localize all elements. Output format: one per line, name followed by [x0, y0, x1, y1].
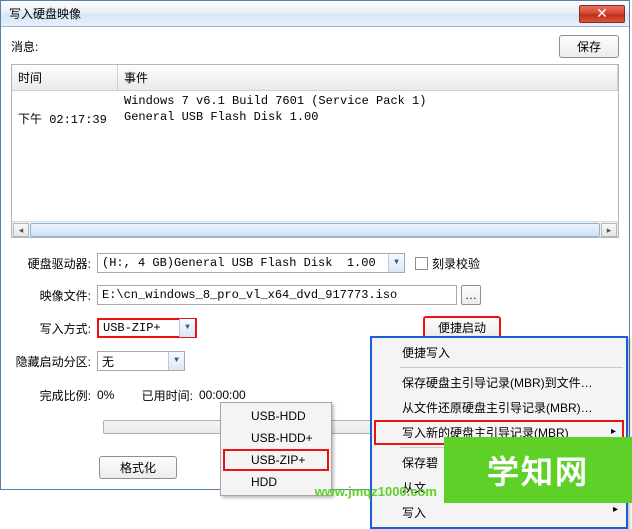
close-button[interactable]: ✕ — [579, 5, 625, 23]
cell-time — [12, 93, 118, 109]
drive-label: 硬盘驱动器: — [11, 255, 97, 272]
elapsed-label: 已用时间: — [139, 387, 199, 404]
scroll-right-arrow-icon[interactable]: ▸ — [601, 223, 617, 237]
cell-event: General USB Flash Disk 1.00 — [118, 109, 618, 128]
format-button[interactable]: 格式化 — [99, 456, 177, 479]
col-time[interactable]: 时间 — [12, 65, 118, 90]
write-mode-value[interactable] — [99, 319, 179, 337]
browse-button[interactable]: … — [461, 285, 481, 305]
col-event[interactable]: 事件 — [118, 65, 618, 90]
watermark-text: 学知网 — [487, 447, 589, 493]
image-file-input[interactable] — [97, 285, 457, 305]
table-body: Windows 7 v6.1 Build 7601 (Service Pack … — [12, 91, 618, 221]
menu-item-usb-hdd[interactable]: USB-HDD — [223, 405, 329, 427]
scroll-thumb[interactable] — [30, 223, 600, 237]
hidden-partition-value[interactable] — [98, 352, 168, 370]
chevron-down-icon[interactable]: ▼ — [388, 254, 404, 272]
write-mode-label: 写入方式: — [11, 320, 97, 337]
hidden-partition-combo[interactable]: ▼ — [97, 351, 185, 371]
messages-label: 消息: — [11, 38, 38, 55]
menu-item-write-partial[interactable]: 写入 — [374, 500, 624, 525]
menu-separator — [400, 367, 623, 368]
menu-item-usb-zip-plus[interactable]: USB-ZIP+ — [223, 449, 329, 471]
drive-value[interactable] — [98, 254, 388, 272]
watermark: 学知网 — [444, 437, 632, 503]
save-button[interactable]: 保存 — [559, 35, 619, 58]
drive-combo[interactable]: ▼ — [97, 253, 405, 273]
message-table: 时间 事件 Windows 7 v6.1 Build 7601 (Service… — [11, 64, 619, 238]
cell-time: 下午 02:17:39 — [12, 109, 118, 128]
titlebar: 写入硬盘映像 ✕ — [1, 1, 629, 27]
write-mode-menu[interactable]: USB-HDD USB-HDD+ USB-ZIP+ HDD — [220, 402, 332, 496]
table-row: Windows 7 v6.1 Build 7601 (Service Pack … — [12, 93, 618, 109]
horizontal-scrollbar[interactable]: ◂ ▸ — [12, 221, 618, 237]
table-header: 时间 事件 — [12, 65, 618, 91]
burn-verify-checkbox[interactable] — [415, 257, 428, 270]
progress-label: 完成比例: — [11, 387, 97, 404]
table-row: 下午 02:17:39 General USB Flash Disk 1.00 — [12, 109, 618, 128]
menu-item-hdd[interactable]: HDD — [223, 471, 329, 493]
chevron-down-icon[interactable]: ▼ — [179, 319, 195, 337]
cell-event: Windows 7 v6.1 Build 7601 (Service Pack … — [118, 93, 618, 109]
progress-value: 0% — [97, 388, 139, 402]
hidden-partition-label: 隐藏启动分区: — [11, 353, 97, 370]
burn-verify-label: 刻录校验 — [432, 255, 480, 272]
chevron-down-icon[interactable]: ▼ — [168, 352, 184, 370]
scroll-left-arrow-icon[interactable]: ◂ — [13, 223, 29, 237]
message-header-row: 消息: 保存 — [11, 35, 619, 58]
menu-item-quick-write[interactable]: 便捷写入 — [374, 340, 624, 365]
elapsed-value: 00:00:00 — [199, 388, 246, 402]
write-mode-combo[interactable]: ▼ — [97, 318, 197, 338]
menu-item-restore-mbr-from-file[interactable]: 从文件还原硬盘主引导记录(MBR)… — [374, 395, 624, 420]
menu-item-usb-hdd-plus[interactable]: USB-HDD+ — [223, 427, 329, 449]
image-file-label: 映像文件: — [11, 287, 97, 304]
watermark-url: www.jmqz1000.com — [315, 484, 437, 499]
menu-item-save-mbr-to-file[interactable]: 保存硬盘主引导记录(MBR)到文件… — [374, 370, 624, 395]
window-title: 写入硬盘映像 — [5, 5, 579, 22]
